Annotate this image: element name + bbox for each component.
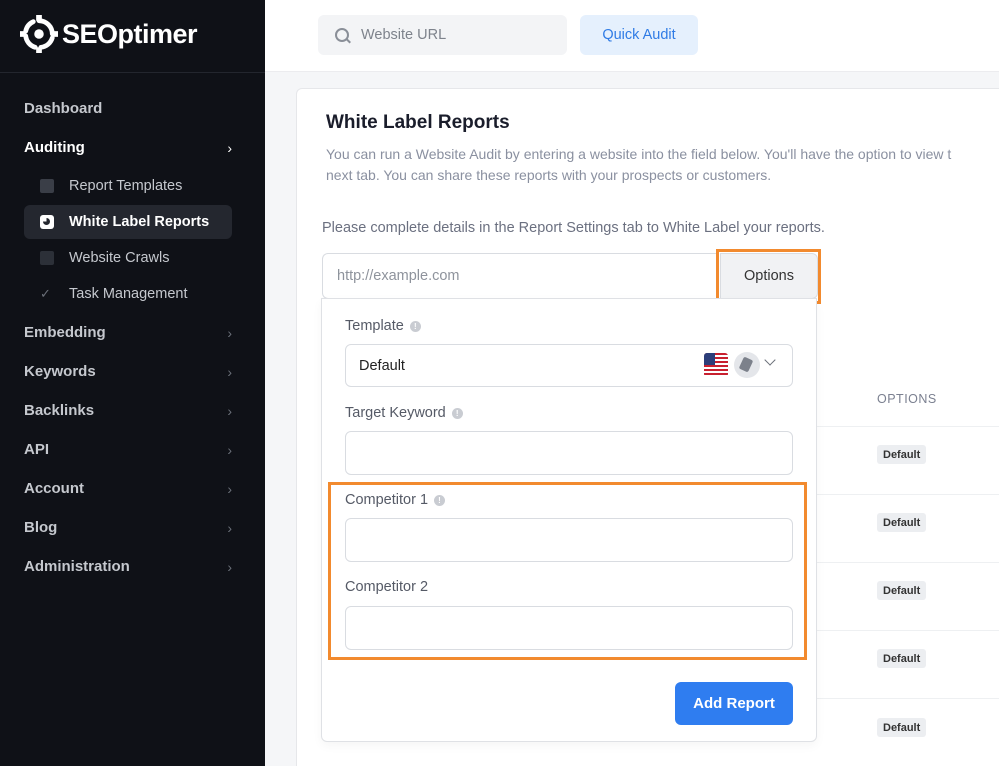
info-icon[interactable]: ! — [434, 494, 446, 506]
row-divider — [817, 494, 999, 495]
logo[interactable]: SEOptimer — [20, 14, 198, 54]
sidebar-item-account[interactable]: Account › — [0, 469, 265, 508]
chevron-right-icon: › — [227, 324, 232, 341]
sidebar-nav: Dashboard Auditing › Report Templates Wh… — [0, 89, 265, 586]
add-report-button[interactable]: Add Report — [675, 682, 793, 725]
chevron-down-icon — [764, 354, 776, 366]
sidebar-item-label: API — [24, 441, 50, 458]
info-icon[interactable]: ! — [451, 407, 463, 419]
sidebar-item-auditing[interactable]: Auditing › — [0, 128, 265, 167]
competitor-2-input[interactable] — [345, 606, 793, 650]
chevron-right-icon: › — [227, 402, 232, 419]
chevron-right-icon: › — [227, 363, 232, 380]
sidebar-divider — [0, 72, 265, 73]
default-badge: Default — [877, 513, 927, 532]
options-column-header: OPTIONS — [877, 392, 937, 406]
logo-text: SEOptimer — [62, 18, 198, 49]
target-keyword-label: Target Keyword ! — [345, 405, 463, 421]
competitor-1-label-text: Competitor 1 — [345, 492, 429, 508]
sidebar-item-administration[interactable]: Administration › — [0, 547, 265, 586]
sidebar-item-label: Dashboard — [24, 100, 103, 117]
search-icon — [335, 28, 349, 42]
template-logo-icon — [734, 352, 760, 378]
sidebar-item-label: Keywords — [24, 363, 96, 380]
sidebar-item-label: Auditing — [24, 139, 85, 156]
sidebar-item-backlinks[interactable]: Backlinks › — [0, 391, 265, 430]
sidebar-item-label: Administration — [24, 558, 130, 575]
sidebar-item-dashboard[interactable]: Dashboard — [0, 89, 265, 128]
row-divider — [817, 698, 999, 699]
sidebar-item-label: Task Management — [69, 286, 188, 302]
template-select[interactable]: Default — [345, 344, 793, 387]
page-title: White Label Reports — [326, 112, 510, 133]
default-badge: Default — [877, 581, 927, 600]
competitor-2-label: Competitor 2 — [345, 579, 428, 595]
sidebar-item-website-crawls[interactable]: Website Crawls — [24, 241, 232, 275]
sidebar-item-label: Embedding — [24, 324, 106, 341]
sidebar-item-label: Account — [24, 480, 84, 497]
chevron-right-icon: › — [227, 480, 232, 497]
report-icon — [40, 215, 54, 229]
default-badge: Default — [877, 445, 927, 464]
chevron-right-icon: › — [227, 441, 232, 458]
options-button[interactable]: Options — [720, 253, 818, 299]
default-badge: Default — [877, 718, 927, 737]
template-label-text: Template — [345, 318, 404, 334]
auditing-subnav: Report Templates White Label Reports Web… — [0, 169, 265, 311]
competitor-1-input[interactable] — [345, 518, 793, 562]
page-description: You can run a Website Audit by entering … — [326, 146, 952, 183]
logo-gear-icon — [20, 15, 58, 53]
target-keyword-input[interactable] — [345, 431, 793, 475]
sidebar-item-report-templates[interactable]: Report Templates — [24, 169, 232, 203]
quick-audit-button[interactable]: Quick Audit — [580, 15, 698, 55]
sidebar-item-label: Blog — [24, 519, 58, 536]
template-label: Template ! — [345, 318, 421, 334]
competitor-2-label-text: Competitor 2 — [345, 579, 429, 595]
report-url-input[interactable] — [322, 253, 718, 299]
top-bar: Quick Audit — [265, 0, 999, 72]
chevron-right-icon: › — [227, 519, 232, 536]
sidebar: SEOptimer Dashboard Auditing › Report Te… — [0, 0, 265, 766]
sidebar-item-keywords[interactable]: Keywords › — [0, 352, 265, 391]
row-divider — [817, 562, 999, 563]
document-icon — [40, 179, 54, 193]
settings-notice: Please complete details in the Report Se… — [322, 220, 825, 236]
sidebar-item-white-label-reports[interactable]: White Label Reports — [24, 205, 232, 239]
sidebar-item-blog[interactable]: Blog › — [0, 508, 265, 547]
sidebar-item-label: Backlinks — [24, 402, 95, 419]
target-keyword-label-text: Target Keyword — [345, 405, 446, 421]
template-select-value: Default — [359, 357, 405, 374]
us-flag-icon — [704, 353, 728, 377]
checkmark-icon: ✓ — [40, 286, 51, 301]
sidebar-item-label: White Label Reports — [69, 214, 210, 230]
row-divider — [817, 426, 999, 427]
crawl-icon — [40, 251, 54, 265]
chevron-right-icon: › — [227, 139, 232, 156]
row-divider — [817, 630, 999, 631]
info-icon[interactable]: ! — [409, 320, 421, 332]
default-badge: Default — [877, 649, 927, 668]
sidebar-item-api[interactable]: API › — [0, 430, 265, 469]
sidebar-item-label: Website Crawls — [69, 250, 170, 266]
sidebar-item-label: Report Templates — [69, 178, 183, 194]
website-url-input[interactable] — [361, 27, 541, 43]
website-url-search[interactable] — [318, 15, 567, 55]
sidebar-item-embedding[interactable]: Embedding › — [0, 313, 265, 352]
sidebar-item-task-management[interactable]: ✓ Task Management — [24, 277, 232, 311]
chevron-right-icon: › — [227, 558, 232, 575]
competitor-1-label: Competitor 1 ! — [345, 492, 446, 508]
